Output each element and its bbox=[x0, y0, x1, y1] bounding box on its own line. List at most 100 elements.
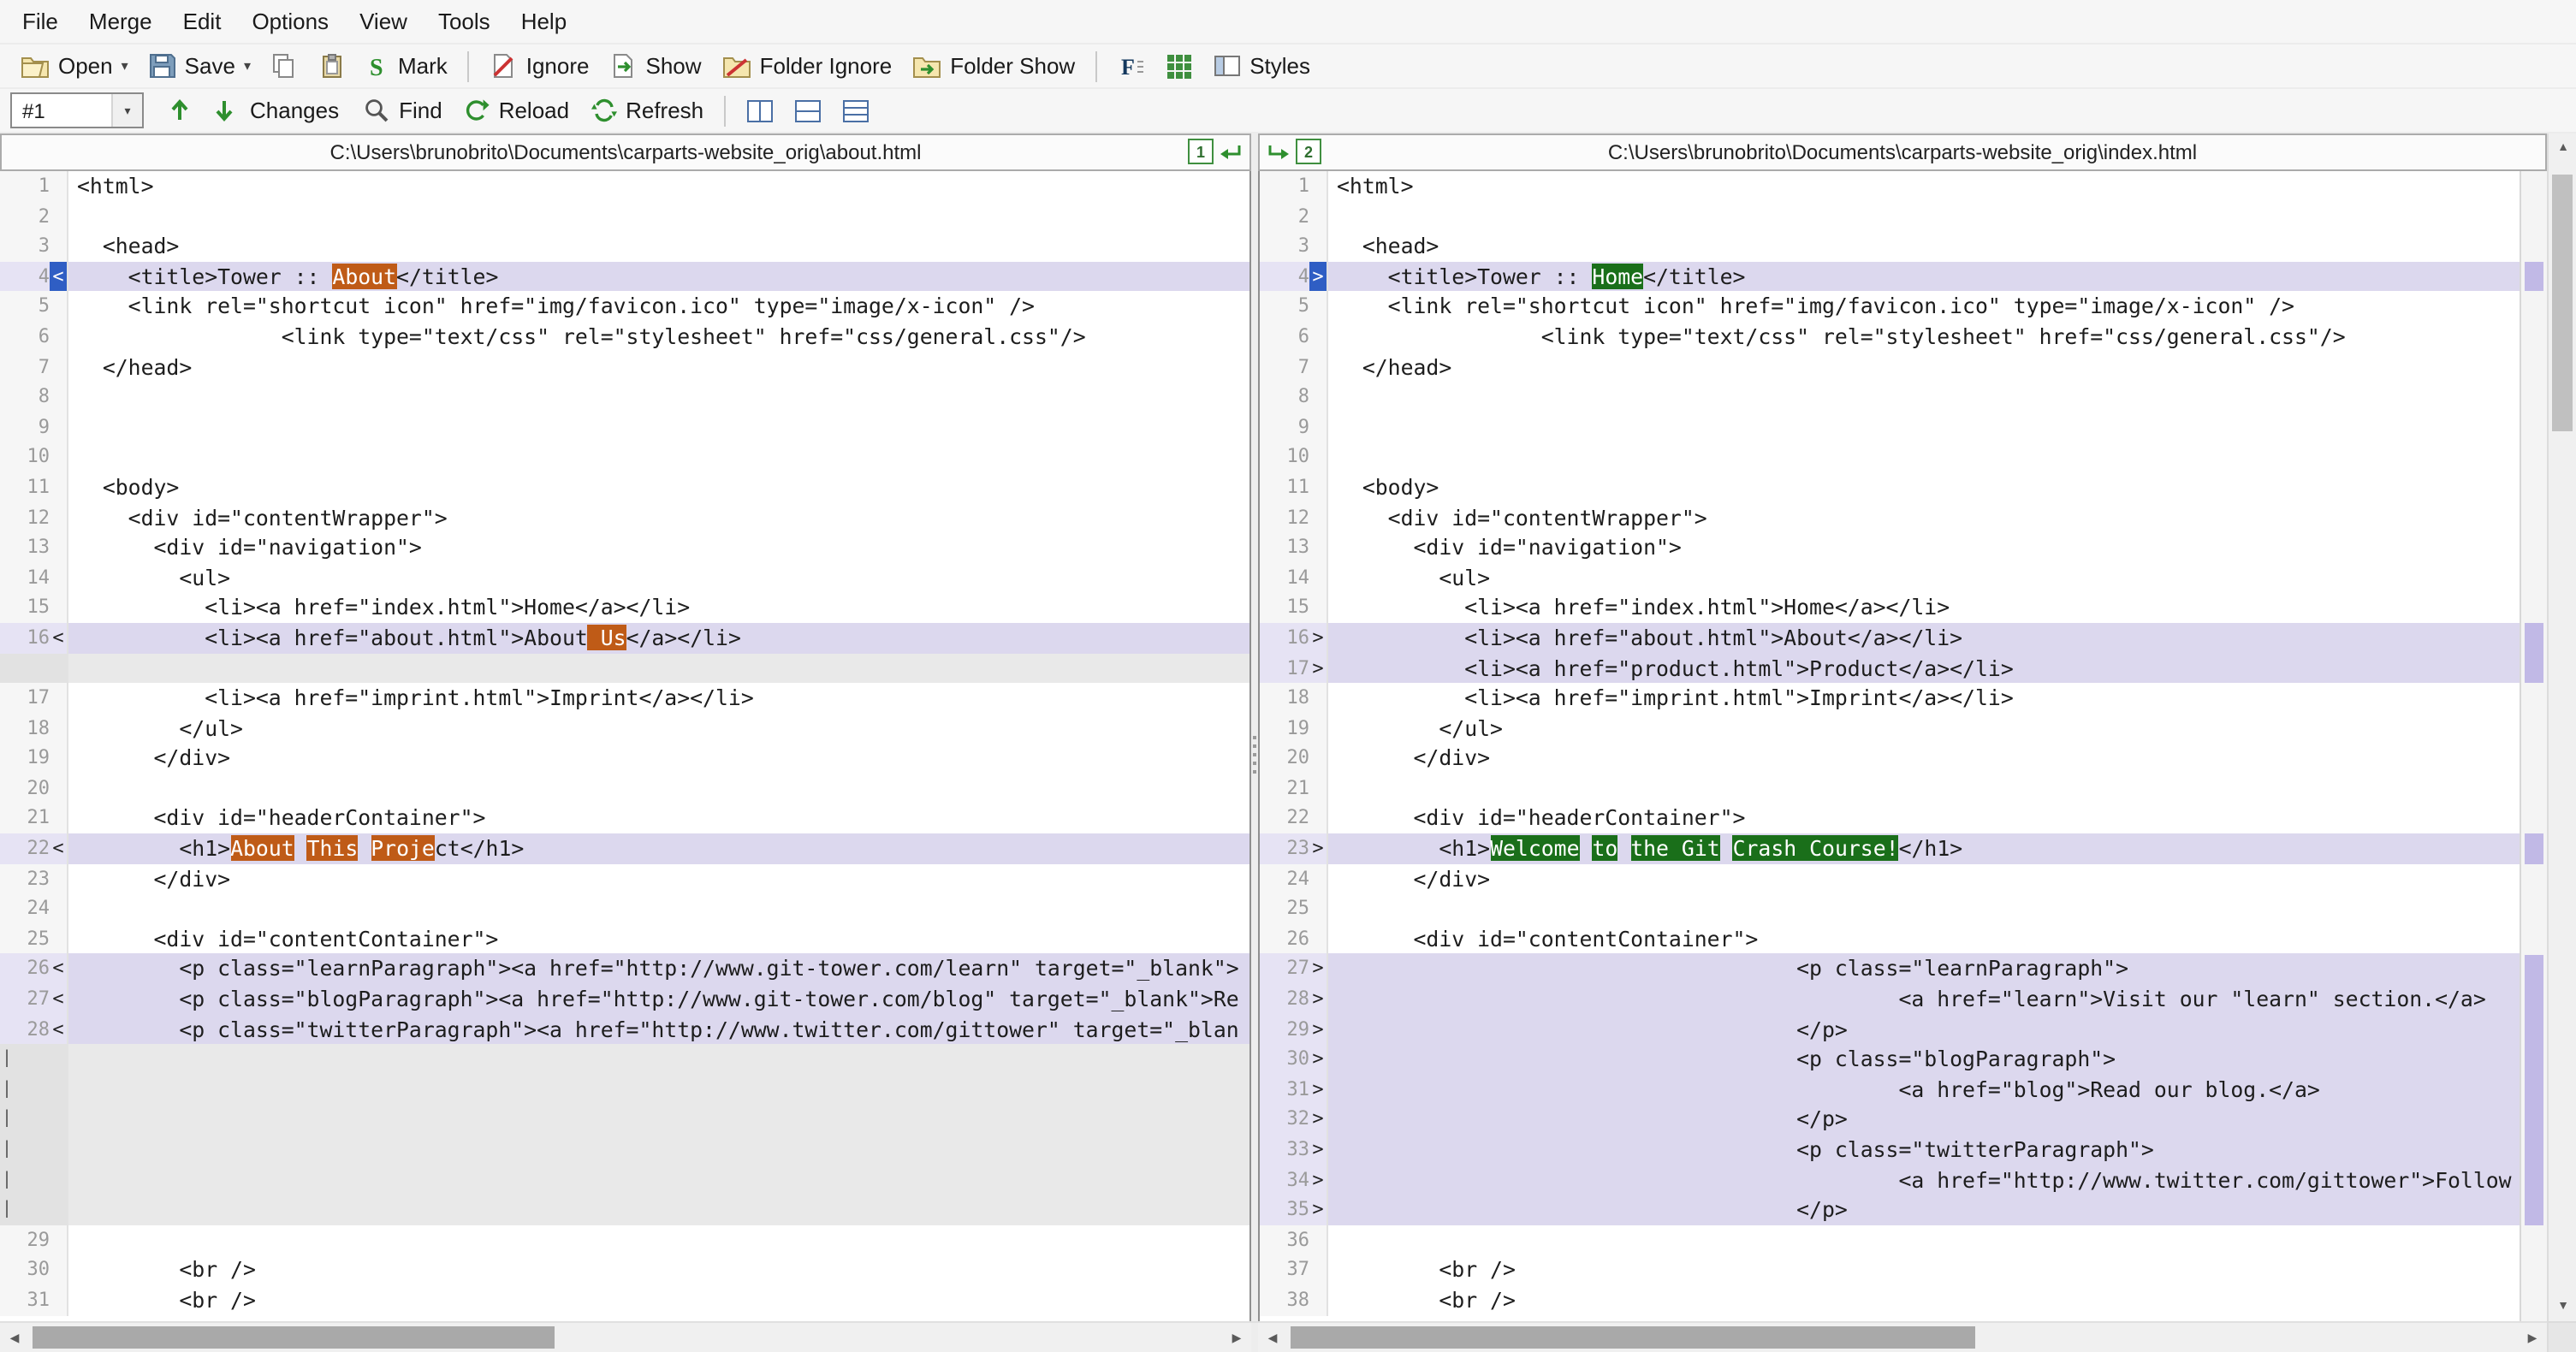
code-line[interactable]: 29 > </p> bbox=[1260, 1014, 2520, 1045]
right-file-header[interactable]: 2 C:\Users\brunobrito\Documents\carparts… bbox=[1258, 133, 2547, 171]
code-line[interactable]: 23 > <h1>Welcome to the Git Crash Course!… bbox=[1260, 833, 2520, 864]
diff-number-combobox[interactable]: #1 ▾ bbox=[10, 92, 144, 128]
code-line[interactable]: 19 </div> bbox=[0, 743, 1249, 774]
code-line[interactable]: 30 > <p class="blogParagraph"> bbox=[1260, 1044, 2520, 1075]
code-line[interactable]: 31 > <a href="blog">Read our blog.</a> bbox=[1260, 1074, 2520, 1105]
scroll-right-icon[interactable]: ▶ bbox=[2518, 1323, 2547, 1352]
code-line[interactable]: 1 <html> bbox=[0, 171, 1249, 202]
code-line[interactable]: 22 <div id="headerContainer"> bbox=[1260, 803, 2520, 834]
paste-button[interactable] bbox=[309, 45, 357, 86]
code-line[interactable]: 18 <li><a href="imprint.html">Imprint</a… bbox=[1260, 683, 2520, 714]
code-line[interactable]: 19 </ul> bbox=[1260, 713, 2520, 744]
left-file-header[interactable]: C:\Users\brunobrito\Documents\carparts-w… bbox=[0, 133, 1251, 171]
right-horizontal-scrollbar[interactable]: ◀ ▶ bbox=[1258, 1323, 2547, 1352]
gap-line[interactable]: | bbox=[0, 1195, 1249, 1225]
menu-merge[interactable]: Merge bbox=[74, 2, 168, 41]
code-line[interactable]: 25 bbox=[1260, 893, 2520, 924]
code-line[interactable]: 13 <div id="navigation"> bbox=[0, 532, 1249, 563]
code-line[interactable]: 6 <link type="text/css" rel="stylesheet"… bbox=[0, 321, 1249, 353]
right-editor-pane[interactable]: 1 <html> 2 3 <head> 4 > <title>Tower :: Home<… bbox=[1258, 171, 2520, 1321]
code-line[interactable]: 3 <head> bbox=[0, 231, 1249, 262]
code-line[interactable]: 30 <br /> bbox=[0, 1254, 1249, 1285]
menu-view[interactable]: View bbox=[344, 2, 423, 41]
code-line[interactable]: 27 < <p class="blogParagraph"><a href="ht… bbox=[0, 984, 1249, 1015]
scroll-down-icon[interactable]: ▼ bbox=[2549, 1292, 2576, 1321]
scroll-left-icon[interactable]: ◀ bbox=[1258, 1323, 1287, 1352]
diff-location-strip[interactable] bbox=[2520, 171, 2547, 1321]
folder-show-button[interactable]: Folder Show bbox=[902, 45, 1085, 86]
code-line[interactable]: 37 <br /> bbox=[1260, 1254, 2520, 1285]
code-line[interactable]: 6 <link type="text/css" rel="stylesheet"… bbox=[1260, 321, 2520, 353]
show-button[interactable]: Show bbox=[600, 45, 712, 86]
code-line[interactable]: 24 bbox=[0, 893, 1249, 924]
code-line[interactable]: 16 < <li><a href="about.html">About Us</a… bbox=[0, 622, 1249, 653]
code-line[interactable]: 34 > <a href="http://www.twitter.com/gitt… bbox=[1260, 1165, 2520, 1195]
next-change-button[interactable] bbox=[202, 90, 246, 131]
gap-line[interactable]: | bbox=[0, 1104, 1249, 1135]
gap-line[interactable] bbox=[0, 653, 1249, 684]
code-line[interactable]: 23 </div> bbox=[0, 863, 1249, 894]
code-line[interactable]: 28 > <a href="learn">Visit our "learn" se… bbox=[1260, 984, 2520, 1015]
filter-button[interactable]: F bbox=[1107, 45, 1155, 86]
code-line[interactable]: 1 <html> bbox=[1260, 171, 2520, 202]
code-line[interactable]: 31 <br /> bbox=[0, 1284, 1249, 1316]
styles-button[interactable]: Styles bbox=[1203, 45, 1321, 86]
code-line[interactable]: 16 > <li><a href="about.html">About</a></… bbox=[1260, 622, 2520, 653]
left-hscroll-thumb[interactable] bbox=[33, 1326, 555, 1349]
gap-line[interactable]: | bbox=[0, 1074, 1249, 1105]
code-line[interactable]: 18 </ul> bbox=[0, 713, 1249, 744]
combo-dropdown-icon[interactable]: ▾ bbox=[111, 94, 142, 127]
menu-help[interactable]: Help bbox=[506, 2, 583, 41]
pane-splitter[interactable] bbox=[1251, 171, 1258, 1321]
code-line[interactable]: 8 bbox=[1260, 382, 2520, 412]
vertical-scrollbar[interactable]: ▲ ▼ bbox=[2547, 133, 2576, 1321]
vscroll-thumb[interactable] bbox=[2552, 175, 2573, 431]
layout-vertical-button[interactable] bbox=[736, 90, 784, 131]
grid-button[interactable] bbox=[1155, 45, 1203, 86]
menu-options[interactable]: Options bbox=[236, 2, 344, 41]
code-line[interactable]: 22 < <h1>About This Project</h1> bbox=[0, 833, 1249, 864]
code-line[interactable]: 21 <div id="headerContainer"> bbox=[0, 803, 1249, 834]
code-line[interactable]: 32 > </p> bbox=[1260, 1104, 2520, 1135]
layout-mixed-button[interactable] bbox=[832, 90, 880, 131]
code-line[interactable]: 11 <body> bbox=[0, 471, 1249, 503]
code-line[interactable]: 12 <div id="contentWrapper"> bbox=[0, 502, 1249, 533]
code-line[interactable]: 17 <li><a href="imprint.html">Imprint</a… bbox=[0, 683, 1249, 714]
code-line[interactable]: 26 < <p class="learnParagraph"><a href="h… bbox=[0, 953, 1249, 985]
mark-button[interactable]: S Mark bbox=[357, 45, 458, 86]
code-line[interactable]: 20 </div> bbox=[1260, 743, 2520, 774]
code-line[interactable]: 2 bbox=[0, 201, 1249, 232]
left-horizontal-scrollbar[interactable]: ◀ ▶ bbox=[0, 1323, 1251, 1352]
gap-line[interactable]: | bbox=[0, 1165, 1249, 1195]
code-line[interactable]: 7 </head> bbox=[0, 352, 1249, 382]
code-line[interactable]: 21 bbox=[1260, 773, 2520, 803]
code-line[interactable]: 14 <ul> bbox=[0, 562, 1249, 593]
code-line[interactable]: 12 <div id="contentWrapper"> bbox=[1260, 502, 2520, 533]
code-line[interactable]: 10 bbox=[1260, 442, 2520, 472]
code-line[interactable]: 5 <link rel="shortcut icon" href="img/fa… bbox=[0, 291, 1249, 322]
open-button[interactable]: Open ▾ bbox=[10, 45, 139, 86]
refresh-button[interactable]: Refresh bbox=[579, 90, 714, 131]
code-line[interactable]: 15 <li><a href="index.html">Home</a></li… bbox=[1260, 592, 2520, 623]
ignore-button[interactable]: Ignore bbox=[480, 45, 600, 86]
copy-button[interactable] bbox=[261, 45, 309, 86]
scroll-left-icon[interactable]: ◀ bbox=[0, 1323, 29, 1352]
right-hscroll-thumb[interactable] bbox=[1291, 1326, 1975, 1349]
code-line[interactable]: 8 bbox=[0, 382, 1249, 412]
code-line[interactable]: 5 <link rel="shortcut icon" href="img/fa… bbox=[1260, 291, 2520, 322]
code-line[interactable]: 28 < <p class="twitterParagraph"><a href=… bbox=[0, 1014, 1249, 1045]
code-line[interactable]: 27 > <p class="learnParagraph"> bbox=[1260, 953, 2520, 985]
code-line[interactable]: 36 bbox=[1260, 1225, 2520, 1255]
save-button[interactable]: Save ▾ bbox=[139, 45, 261, 86]
code-line[interactable]: 13 <div id="navigation"> bbox=[1260, 532, 2520, 563]
reload-button[interactable]: Reload bbox=[453, 90, 579, 131]
prev-change-button[interactable] bbox=[157, 90, 202, 131]
scroll-right-icon[interactable]: ▶ bbox=[1222, 1323, 1251, 1352]
code-line[interactable]: 15 <li><a href="index.html">Home</a></li… bbox=[0, 592, 1249, 623]
folder-ignore-button[interactable]: Folder Ignore bbox=[712, 45, 903, 86]
scroll-up-icon[interactable]: ▲ bbox=[2549, 133, 2576, 163]
code-line[interactable]: 4 > <title>Tower :: Home</title> bbox=[1260, 261, 2520, 292]
code-line[interactable]: 4 < <title>Tower :: About</title> bbox=[0, 261, 1249, 292]
code-line[interactable]: 14 <ul> bbox=[1260, 562, 2520, 593]
code-line[interactable]: 20 bbox=[0, 773, 1249, 803]
